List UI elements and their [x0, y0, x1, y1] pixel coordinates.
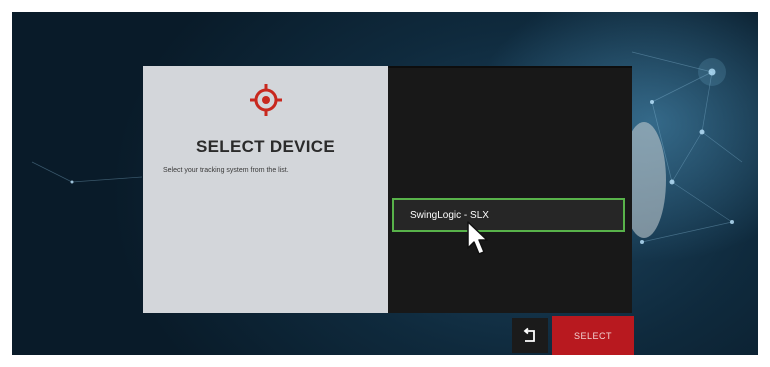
mouse-pointer-icon	[467, 221, 488, 255]
page-title: SELECT DEVICE	[196, 137, 335, 156]
instruction-text: Select your tracking system from the lis…	[163, 167, 289, 174]
app-screen: SELECT DEVICE Select your tracking syste…	[12, 12, 758, 355]
select-device-panel: SELECT DEVICE Select your tracking syste…	[143, 66, 388, 313]
list-item-selected[interactable]: SwingLogic - SLX	[392, 198, 625, 232]
return-arrow-icon	[523, 327, 535, 342]
target-crosshair-icon	[250, 84, 282, 116]
back-button[interactable]	[512, 318, 548, 353]
select-button[interactable]: SELECT	[552, 316, 634, 355]
device-list[interactable]: SwingLogic - SLX	[388, 66, 632, 313]
